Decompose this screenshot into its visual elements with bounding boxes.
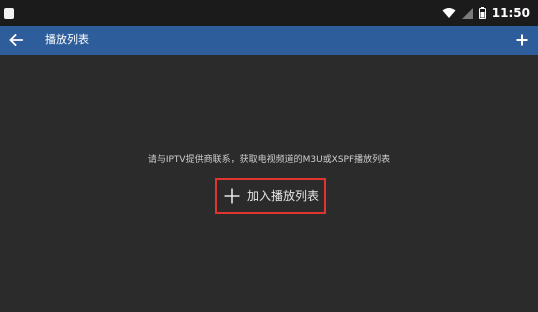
cellular-signal-icon — [461, 7, 473, 19]
app-bar: 播放列表 — [0, 26, 538, 55]
plus-icon — [224, 188, 240, 204]
wifi-icon — [442, 8, 456, 18]
plus-icon — [516, 34, 528, 46]
status-time: 11:50 — [491, 6, 530, 20]
add-playlist-button[interactable]: 加入播放列表 — [215, 178, 326, 214]
empty-state-hint: 请与IPTV提供商联系，获取电视频道的M3U或XSPF播放列表 — [147, 155, 391, 165]
page-title: 播放列表 — [45, 33, 89, 46]
add-button[interactable] — [512, 30, 532, 50]
arrow-left-icon — [9, 33, 23, 47]
status-bar: 11:50 — [0, 0, 538, 26]
status-icons: 11:50 — [442, 6, 530, 20]
main-content: 请与IPTV提供商联系，获取电视频道的M3U或XSPF播放列表 加入播放列表 — [0, 55, 538, 312]
add-playlist-label: 加入播放列表 — [247, 189, 320, 203]
notification-square-icon — [4, 8, 14, 19]
back-button[interactable] — [6, 30, 26, 50]
battery-icon — [478, 7, 486, 19]
